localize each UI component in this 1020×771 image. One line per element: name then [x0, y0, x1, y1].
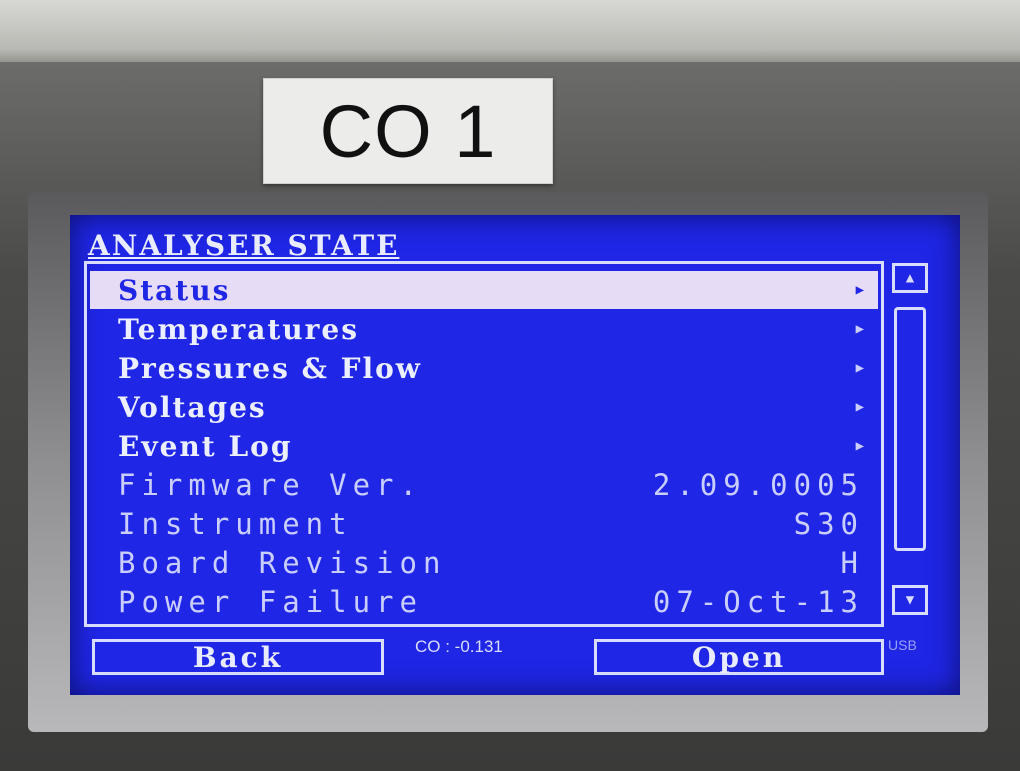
lcd-screen: ANALYSER STATE Status ▶ Temperatures ▶ P… — [70, 215, 960, 695]
scroll-down-icon[interactable]: ▼ — [892, 585, 928, 615]
submenu-arrow-icon: ▶ — [855, 399, 864, 415]
menu-item-label: Event Log — [118, 429, 293, 463]
menu-item-pressures-flow[interactable]: Pressures & Flow ▶ — [90, 349, 878, 387]
open-button[interactable]: Open — [594, 639, 884, 675]
submenu-arrow-icon: ▶ — [855, 360, 864, 376]
submenu-arrow-icon: ▶ — [855, 282, 864, 298]
menu-item-label: Pressures & Flow — [118, 351, 422, 385]
menu-item-temperatures[interactable]: Temperatures ▶ — [90, 310, 878, 348]
device-housing-top — [0, 0, 1020, 70]
submenu-arrow-icon: ▶ — [855, 438, 864, 454]
back-button[interactable]: Back — [92, 639, 384, 675]
info-value: H — [840, 546, 864, 580]
menu-item-label: Temperatures — [118, 312, 359, 346]
co-reading: CO : -0.131 — [415, 637, 503, 656]
info-label: Firmware Ver. — [118, 468, 423, 502]
info-row-instrument: Instrument S30 — [90, 505, 878, 543]
info-value: 2.09.0005 — [652, 468, 864, 502]
info-label: Board Revision — [118, 546, 447, 580]
scroll-up-icon[interactable]: ▲ — [892, 263, 928, 293]
info-label: Instrument — [118, 507, 353, 541]
screen-title: ANALYSER STATE — [88, 229, 400, 262]
info-value: 07-Oct-13 — [652, 585, 864, 619]
menu-item-event-log[interactable]: Event Log ▶ — [90, 427, 878, 465]
info-row-power-failure: Power Failure 07-Oct-13 — [90, 583, 878, 621]
info-label: Power Failure — [118, 585, 423, 619]
scrollbar-track[interactable] — [894, 307, 926, 551]
menu-item-label: Status — [118, 273, 231, 307]
menu-item-voltages[interactable]: Voltages ▶ — [90, 388, 878, 426]
info-value: S30 — [793, 507, 864, 541]
menu-item-label: Voltages — [118, 390, 267, 424]
submenu-arrow-icon: ▶ — [855, 321, 864, 337]
info-row-firmware: Firmware Ver. 2.09.0005 — [90, 466, 878, 504]
info-row-board-revision: Board Revision H — [90, 544, 878, 582]
instrument-label-sticker: CO 1 — [263, 78, 553, 184]
menu-scrollbar[interactable]: ▲ ▼ — [892, 263, 930, 623]
usb-indicator: USB — [888, 637, 917, 653]
menu-item-status[interactable]: Status ▶ — [90, 271, 878, 309]
